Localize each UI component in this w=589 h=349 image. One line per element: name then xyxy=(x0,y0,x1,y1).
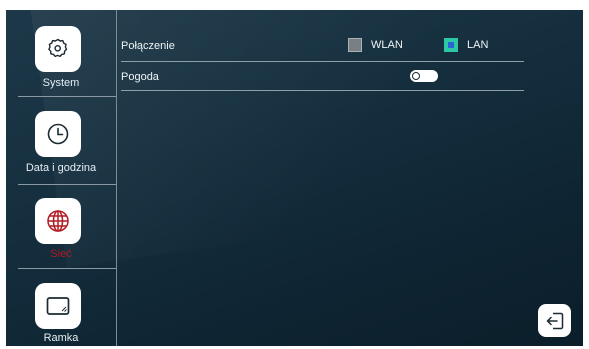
sidebar-item-label: Sieć xyxy=(50,248,72,260)
settings-screen: System Data i godzina Sieć Ramka Połącze… xyxy=(6,10,583,346)
weather-label: Pogoda xyxy=(121,71,159,83)
wlan-label: WLAN xyxy=(371,39,403,51)
sidebar-item-network[interactable]: Sieć xyxy=(6,186,116,268)
clock-icon xyxy=(35,111,81,157)
sidebar-divider xyxy=(18,268,116,269)
globe-icon xyxy=(35,198,81,244)
toggle-knob xyxy=(412,72,420,80)
row-divider xyxy=(121,90,524,91)
lan-label: LAN xyxy=(467,39,489,51)
sidebar-item-label: System xyxy=(42,77,80,89)
frame-icon xyxy=(35,283,81,329)
sidebar-separator xyxy=(116,10,117,346)
sidebar-item-date-time[interactable]: Data i godzina xyxy=(6,98,116,184)
connection-label: Połączenie xyxy=(121,40,175,52)
sidebar-item-system[interactable]: System xyxy=(6,10,116,98)
sidebar-item-frame[interactable]: Ramka xyxy=(6,270,116,346)
sidebar: System Data i godzina Sieć Ramka xyxy=(6,10,116,346)
sidebar-divider xyxy=(18,96,116,97)
connection-row: Połączenie WLAN LAN xyxy=(121,37,524,60)
weather-toggle[interactable] xyxy=(410,70,438,82)
exit-button[interactable] xyxy=(538,304,571,337)
wlan-option[interactable]: WLAN xyxy=(348,38,403,52)
gear-icon xyxy=(35,26,81,72)
row-divider xyxy=(121,61,524,62)
exit-icon xyxy=(546,312,563,329)
sidebar-item-label: Data i godzina xyxy=(25,162,97,174)
wlan-checkbox[interactable] xyxy=(348,38,362,52)
sidebar-divider xyxy=(18,184,116,185)
weather-row: Pogoda xyxy=(121,68,524,91)
lan-checkbox[interactable] xyxy=(444,38,458,52)
sidebar-item-label: Ramka xyxy=(43,332,79,344)
lan-option[interactable]: LAN xyxy=(444,38,488,52)
